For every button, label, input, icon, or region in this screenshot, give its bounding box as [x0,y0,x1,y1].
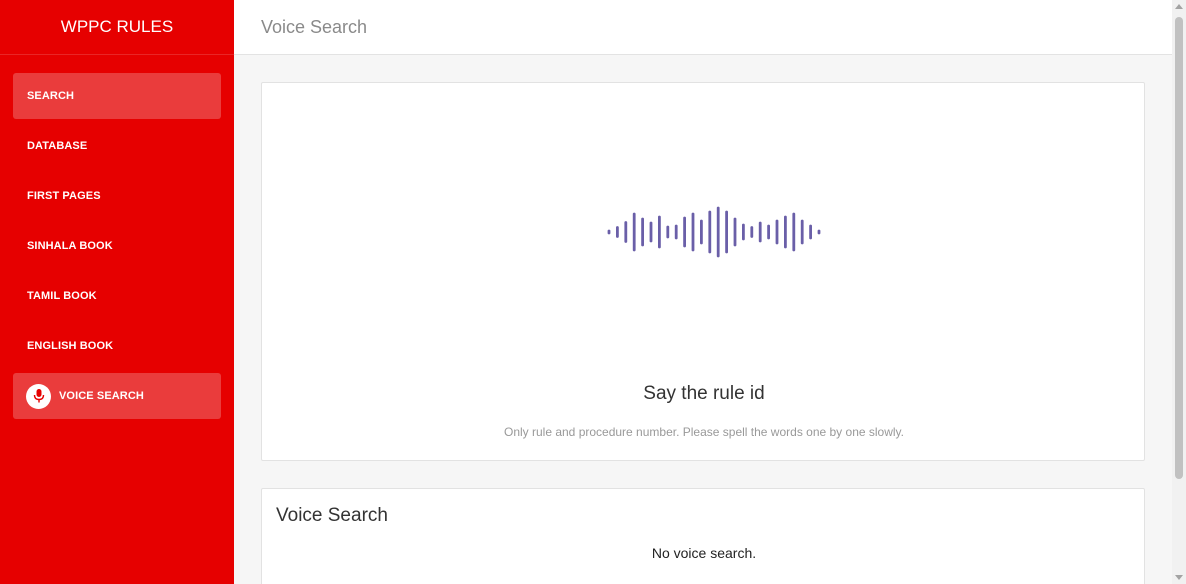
sidebar-item-voice-search[interactable]: VOICE SEARCH [13,373,221,419]
sidebar-item-database[interactable]: DATABASE [13,123,221,169]
page-scrollbar[interactable] [1172,0,1186,584]
scrollbar-thumb[interactable] [1175,17,1183,479]
sidebar-item-label: SINHALA BOOK [27,240,113,252]
voice-prompt: Say the rule id [643,383,765,404]
sidebar-nav: SEARCH DATABASE FIRST PAGES SINHALA BOOK… [0,55,234,419]
sidebar-item-label: DATABASE [27,140,88,152]
sound-wave-icon[interactable] [262,83,1146,462]
page-title: Voice Search [261,16,368,37]
sidebar-item-first-pages[interactable]: FIRST PAGES [13,173,221,219]
sidebar: WPPC RULES SEARCH DATABASE FIRST PAGES S… [0,0,234,584]
voice-input-card: Say the rule id Only rule and procedure … [261,82,1145,461]
scroll-down-arrow-icon[interactable] [1175,575,1183,580]
sidebar-item-sinhala-book[interactable]: SINHALA BOOK [13,223,221,269]
voice-hint: Only rule and procedure number. Please s… [503,425,904,439]
sidebar-item-label: TAMIL BOOK [27,290,97,302]
sidebar-item-label: FIRST PAGES [27,190,101,202]
sidebar-item-search[interactable]: SEARCH [13,73,221,119]
top-bar: Voice Search [234,0,1172,55]
sidebar-item-label: SEARCH [27,90,75,102]
brand-title[interactable]: WPPC RULES [0,0,234,55]
sidebar-item-label: VOICE SEARCH [59,390,144,402]
sidebar-item-english-book[interactable]: ENGLISH BOOK [13,323,221,369]
sidebar-item-label: ENGLISH BOOK [27,340,114,352]
results-empty-message: No voice search. [651,545,757,561]
results-title: Voice Search [276,505,388,526]
sidebar-item-tamil-book[interactable]: TAMIL BOOK [13,273,221,319]
voice-results-card: Voice Search No voice search. [261,488,1145,584]
microphone-icon [26,383,51,409]
scroll-up-arrow-icon[interactable] [1175,4,1183,9]
